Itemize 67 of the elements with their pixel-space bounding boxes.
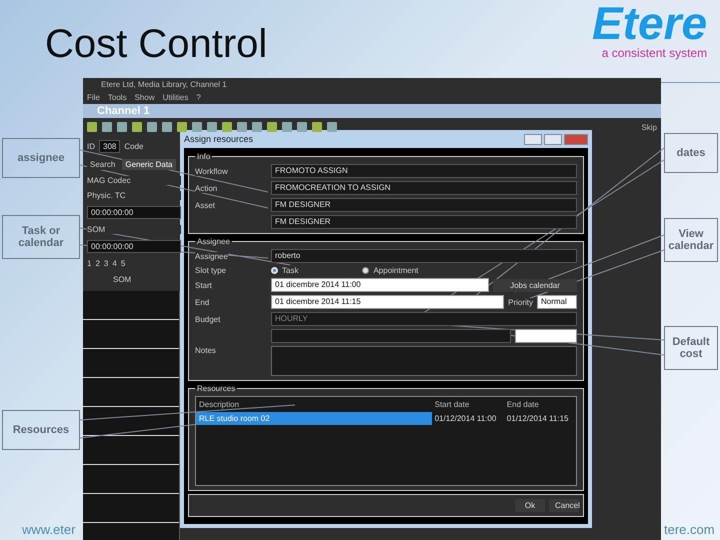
field-label: Notes: [195, 346, 216, 355]
radio-option[interactable]: Task: [271, 266, 298, 275]
callout-label: Task or calendar: [2, 215, 80, 259]
field-label: Code: [124, 142, 144, 151]
page-number[interactable]: 2: [95, 259, 100, 268]
field-label: Start: [195, 280, 212, 290]
field-label: Asset: [195, 200, 216, 210]
date-field[interactable]: 01 dicembre 2014 11:00: [271, 278, 489, 292]
menu-item[interactable]: ?: [196, 93, 201, 102]
field-label: Budget: [195, 314, 220, 324]
table-cell-text: 01/12/2014 11:15: [506, 413, 570, 425]
menu-item[interactable]: Utilities: [162, 93, 188, 102]
text-field[interactable]: FM DESIGNER: [271, 215, 577, 229]
slide-title: Cost Control: [45, 22, 268, 67]
logo-text: Etere: [592, 0, 708, 46]
group-legend: Resources: [195, 384, 238, 393]
menu-item[interactable]: Tools: [108, 93, 127, 102]
dialog-title: Assign resources: [184, 134, 254, 144]
page-number[interactable]: 4: [112, 259, 117, 268]
budget-dropdown[interactable]: HOURLY: [271, 312, 577, 326]
group-legend: Assignee: [195, 237, 232, 246]
field-label: End: [195, 298, 210, 306]
timecode-field[interactable]: 00:00:00:00: [87, 206, 181, 219]
dialog-button[interactable]: Cancel: [549, 499, 579, 512]
jobs-calendar-button[interactable]: Jobs calendar: [493, 278, 577, 292]
date-field[interactable]: 01 dicembre 2014 11:15: [271, 295, 504, 309]
menu-item[interactable]: Show: [134, 93, 155, 102]
text-field[interactable]: FM DESIGNER: [271, 198, 577, 212]
table-cell: 01/12/2014 11:00: [432, 412, 504, 425]
toolbar-label: Skip: [641, 122, 657, 132]
logo-tagline: a consistent system: [602, 46, 708, 60]
column-header[interactable]: End date: [504, 397, 576, 412]
radio-option[interactable]: Appointment: [362, 266, 418, 275]
callout-label: dates: [664, 133, 718, 173]
field-label: Assignee: [195, 252, 228, 260]
channel-header: Channel 1: [83, 104, 661, 118]
menu-item[interactable]: File: [87, 93, 100, 102]
column-header[interactable]: Description: [196, 397, 432, 412]
field-label: ID: [87, 142, 95, 151]
group-legend: Info: [195, 152, 212, 161]
text-field[interactable]: FROMOTO ASSIGN: [271, 164, 577, 178]
field-label: Physic. TC: [87, 191, 181, 200]
page-number[interactable]: 5: [120, 259, 126, 268]
priority-dropdown[interactable]: Normal: [537, 295, 577, 309]
field-label: Action: [195, 184, 218, 192]
column-header[interactable]: Start date: [432, 397, 504, 412]
field-label: Workflow: [195, 166, 228, 176]
callout-label: Resources: [2, 410, 80, 450]
page-number[interactable]: 3: [104, 259, 108, 268]
resource-row[interactable]: RLE studio room 02 01/12/2014 11:00 01/12/2014 11:15: [196, 412, 576, 425]
callout-label: View calendar: [664, 218, 718, 262]
field-label: SOM: [87, 225, 181, 234]
tab[interactable]: Generic Data: [122, 159, 176, 170]
footer-url: www.eter: [22, 522, 76, 537]
dialog-button[interactable]: Ok: [515, 499, 545, 512]
id-field[interactable]: 308: [99, 140, 120, 153]
text-field[interactable]: FROMOCREATION TO ASSIGN: [271, 181, 577, 195]
codec-label: MAG Codec: [87, 176, 181, 185]
assignee-field[interactable]: roberto: [271, 249, 577, 263]
page-number[interactable]: 1: [87, 259, 92, 268]
callout-label: assignee: [2, 138, 80, 178]
table-cell: RLE studio room 02: [196, 412, 432, 425]
timecode-field[interactable]: 00:00:00:00: [87, 240, 181, 253]
callout-label: Default cost: [664, 326, 718, 370]
footer-url: tere.com: [664, 522, 715, 537]
field-label: Priority: [508, 298, 533, 306]
field-label: Slot type: [195, 266, 226, 275]
